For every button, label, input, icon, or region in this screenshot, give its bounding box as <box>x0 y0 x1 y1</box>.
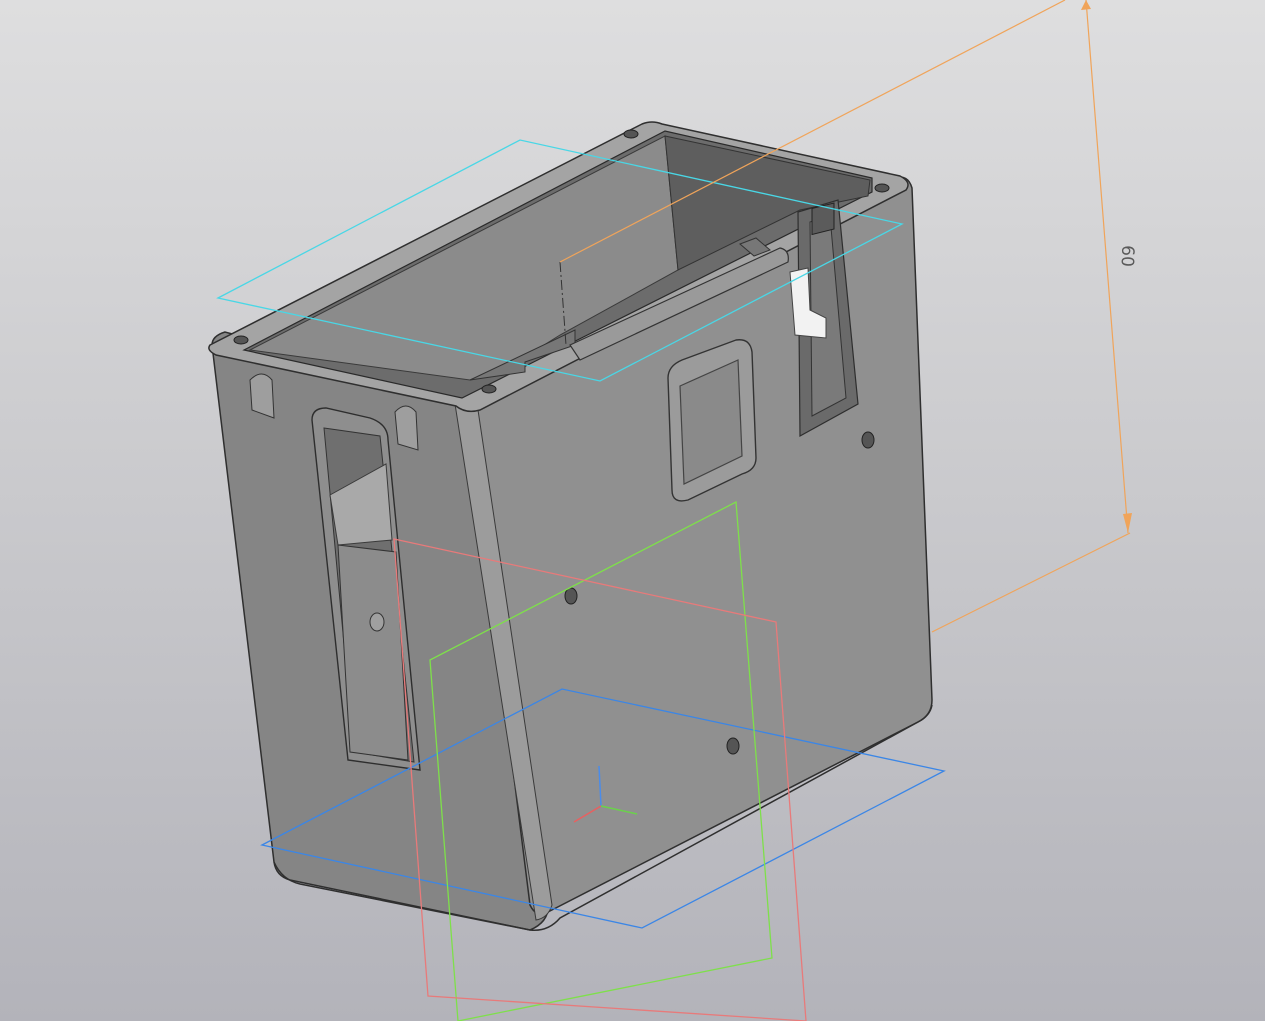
front-hole-1[interactable] <box>564 587 578 605</box>
enclosure-body[interactable] <box>208 121 933 931</box>
3d-viewport[interactable]: 60 <box>0 0 1265 1021</box>
left-slot-hole[interactable] <box>369 612 385 632</box>
left-slot-plate <box>337 544 409 761</box>
dimension-arrow-top <box>1081 0 1091 10</box>
side-boss-2 <box>394 405 419 451</box>
dimension-extension-bottom <box>931 532 1131 633</box>
model-scene[interactable]: 60 <box>0 0 1265 1021</box>
front-hole-2[interactable] <box>726 737 740 755</box>
screw-hole-2[interactable] <box>874 183 890 193</box>
screw-hole-3[interactable] <box>233 335 249 345</box>
dimension-arrow-bottom <box>1123 513 1132 533</box>
screw-hole-4[interactable] <box>481 384 497 394</box>
dimension-value[interactable]: 60 <box>1117 245 1138 267</box>
front-hole-3[interactable] <box>861 431 875 449</box>
screw-hole-1[interactable] <box>623 129 639 139</box>
